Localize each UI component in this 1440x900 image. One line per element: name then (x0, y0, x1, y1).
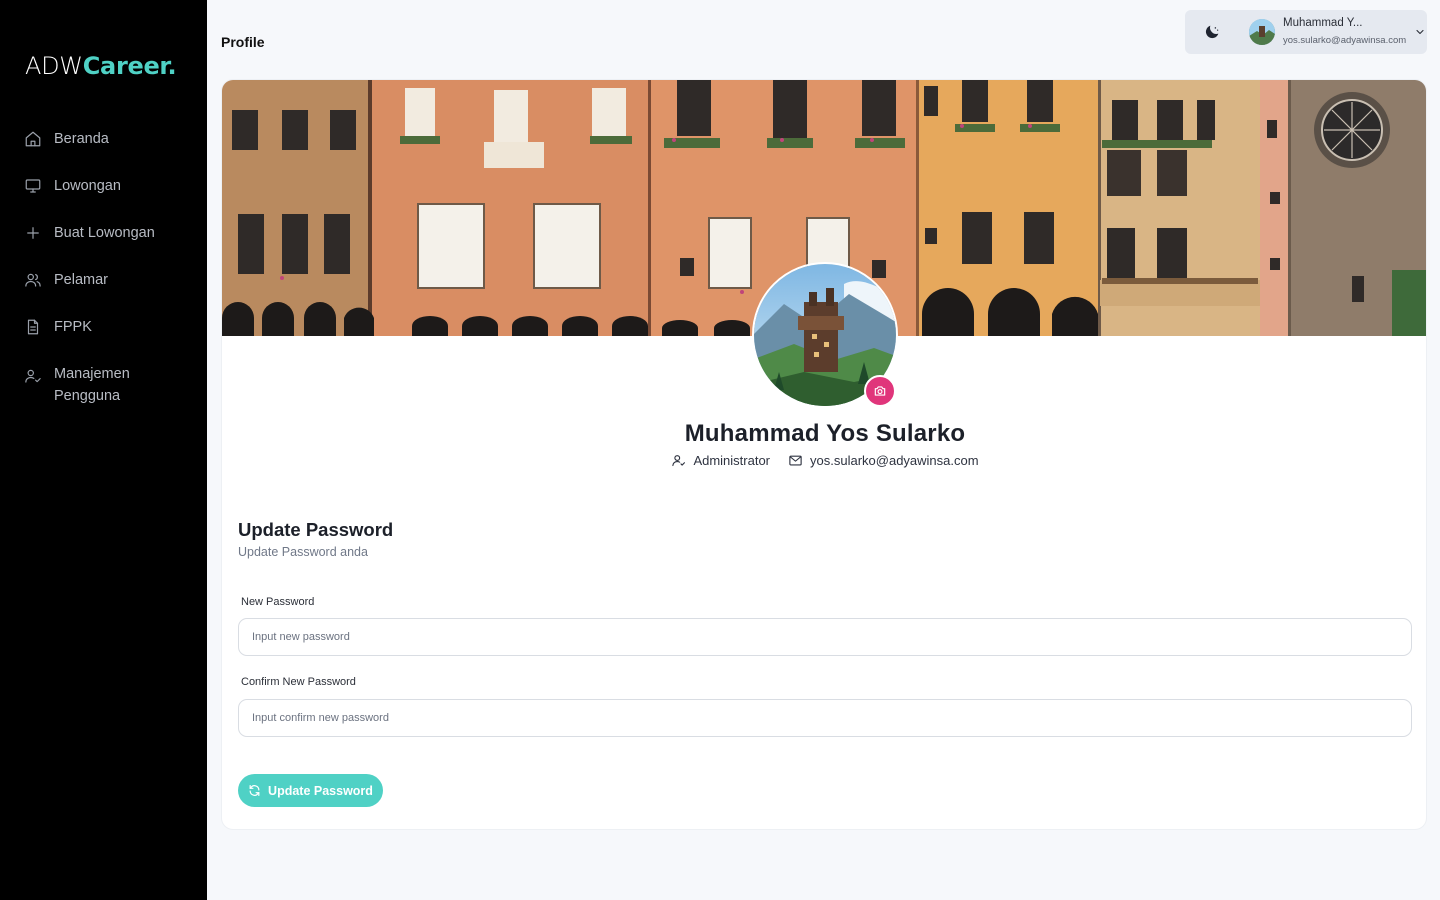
user-info: Muhammad Y... yos.sularko@adyawinsa.com (1283, 16, 1406, 48)
home-icon (25, 131, 41, 147)
plus-icon (27, 227, 39, 239)
profile-role: Administrator (671, 453, 770, 468)
document-icon (27, 319, 39, 335)
new-password-field[interactable] (238, 618, 1412, 656)
sidebar-item-label: Lowongan (54, 178, 121, 194)
sidebar-item-fppk[interactable]: FPPK (0, 314, 207, 361)
update-password-button[interactable]: Update Password (238, 774, 383, 807)
camera-icon (874, 386, 886, 396)
refresh-icon (249, 785, 260, 796)
moon-icon (1205, 25, 1219, 39)
section-title: Update Password (238, 519, 394, 540)
user-email: yos.sularko@adyawinsa.com (1283, 35, 1407, 46)
confirm-password-label: Confirm New Password (241, 676, 356, 688)
user-name: Muhammad Y... (1283, 17, 1363, 29)
sidebar-item-label: Buat Lowongan (54, 225, 155, 241)
update-password-label: Update Password (268, 783, 373, 798)
user-check-icon (25, 369, 41, 383)
user-icon (672, 455, 686, 467)
new-password-label: New Password (241, 596, 315, 608)
sidebar-item-buat-lowongan[interactable]: Buat Lowongan (0, 220, 207, 267)
mail-icon (789, 455, 802, 466)
sidebar-nav: Beranda Lowongan Buat Lowongan Pelamar F… (0, 126, 207, 421)
page-title: Profile (221, 34, 265, 50)
sidebar-item-label: Beranda (54, 131, 109, 147)
sidebar: ADWCareer. Beranda Lowongan Buat Lowonga… (0, 0, 207, 900)
sidebar-item-label: FPPK (54, 319, 92, 335)
profile-meta: Administrator yos.sularko@adyawinsa.com (222, 453, 1426, 468)
profile-card: Muhammad Yos Sularko Administrator yos.s… (221, 79, 1427, 830)
profile-name: Muhammad Yos Sularko (684, 420, 966, 447)
sidebar-item-manajemen-pengguna[interactable]: Manajemen Pengguna (0, 361, 207, 421)
brand-prefix: ADW (25, 52, 83, 80)
brand-accent: Career. (82, 52, 177, 80)
confirm-password-field[interactable] (238, 699, 1412, 737)
profile-role-label: Administrator (693, 453, 771, 468)
chevron-down-icon[interactable] (1414, 26, 1426, 38)
sidebar-item-label: Manajemen Pengguna (54, 366, 130, 404)
profile-email-label: yos.sularko@adyawinsa.com (810, 453, 979, 468)
avatar-image (1249, 19, 1275, 45)
users-icon (25, 273, 41, 287)
brand-logo[interactable]: ADWCareer. (25, 52, 177, 80)
profile-avatar (752, 262, 898, 408)
profile-email: yos.sularko@adyawinsa.com (788, 453, 979, 468)
sidebar-item-label: Pelamar (54, 272, 108, 288)
monitor-icon (25, 179, 41, 193)
user-menu[interactable]: Muhammad Y... yos.sularko@adyawinsa.com (1185, 10, 1427, 54)
sidebar-item-beranda[interactable]: Beranda (0, 126, 207, 173)
sidebar-item-pelamar[interactable]: Pelamar (0, 267, 207, 314)
section-subtitle: Update Password anda (238, 545, 368, 559)
theme-toggle-button[interactable] (1197, 17, 1227, 47)
change-photo-button[interactable] (864, 375, 896, 407)
sidebar-item-lowongan[interactable]: Lowongan (0, 173, 207, 220)
avatar[interactable] (1249, 19, 1275, 45)
